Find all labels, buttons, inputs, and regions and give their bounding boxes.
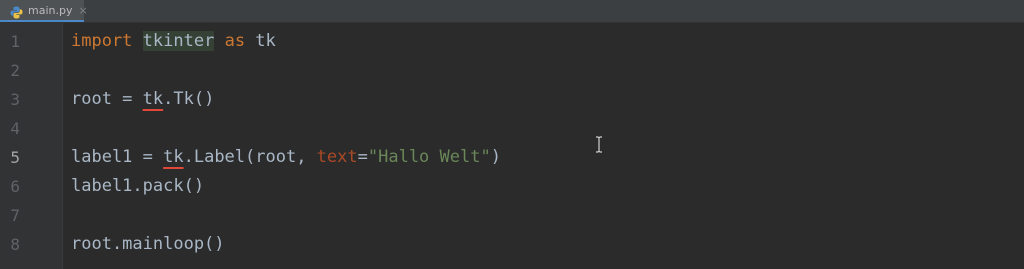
keyword-import: import [71,31,133,51]
code-line: 2 [0,56,1024,85]
code-line: 3 root = tk.Tk() [0,85,1024,114]
line-number: 8 [10,235,20,254]
error-underlined-token[interactable]: tk [143,89,163,109]
line-number: 1 [10,32,20,51]
tab-label: main.py [28,3,73,17]
error-underlined-token[interactable]: tk [163,147,183,167]
line-number: 7 [10,206,20,225]
code-text: label1.pack() [71,176,205,196]
editor-tab-bar: main.py × [0,0,1024,23]
line-number: 2 [10,61,20,80]
code-line: 8 root.mainloop() [0,230,1024,259]
code-line-current: 5 label1 = tk.Label(root, text="Hallo We… [0,143,1024,172]
code-line: 6 label1.pack() [0,172,1024,201]
keyword-as: as [224,31,246,51]
line-number: 4 [10,119,20,138]
code-line: 1 import tkinter as tk [0,27,1024,56]
line-number: 5 [10,148,20,167]
python-file-icon [10,4,23,18]
module-name: tkinter [142,31,215,51]
keyword-argument: text [316,147,358,167]
tab-main-py[interactable]: main.py × [0,0,88,22]
code-line: 7 [0,201,1024,230]
line-number: 3 [10,90,20,109]
code-line: 4 [0,114,1024,143]
string-literal: "Hallo Welt" [367,147,491,167]
code-text: import tkinter as tk [71,31,276,51]
text-cursor-icon [596,136,602,153]
line-number: 6 [10,177,20,196]
code-text: root.mainloop() [71,234,225,254]
code-text: root = tk.Tk() [71,89,215,109]
code-text: label1 = tk.Label(root, text="Hallo Welt… [71,147,501,167]
close-icon[interactable]: × [78,4,87,17]
